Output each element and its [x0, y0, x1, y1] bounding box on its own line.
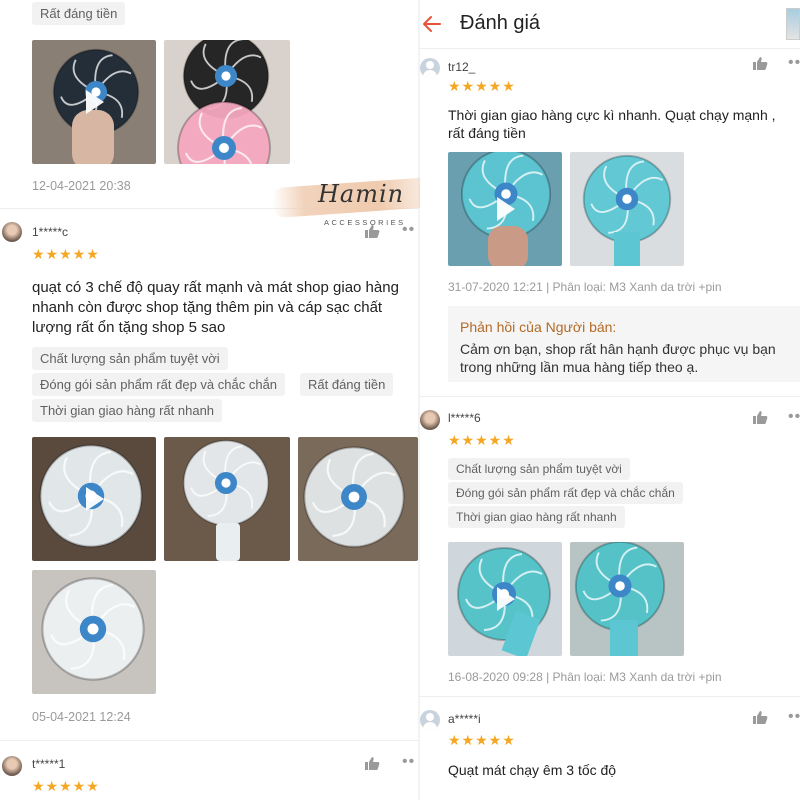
- fan-image: [300, 443, 408, 551]
- page-title: Đánh giá: [460, 12, 541, 34]
- review-tag[interactable]: Chất lượng sản phẩm tuyệt vời: [32, 347, 228, 370]
- review-date: 12-04-2021 20:38: [32, 179, 131, 193]
- review-photo[interactable]: [570, 542, 684, 656]
- rating-stars: ★★★★★: [32, 778, 100, 794]
- user-avatar[interactable]: [420, 710, 440, 730]
- review-tag[interactable]: Rất đáng tiền: [32, 2, 126, 25]
- play-icon: [497, 587, 515, 611]
- more-dots-icon[interactable]: ••: [788, 55, 800, 71]
- review-separator: [420, 396, 800, 397]
- more-dots-icon[interactable]: ••: [402, 754, 415, 770]
- review-video-thumbnail[interactable]: [32, 40, 156, 164]
- thumbs-up-icon[interactable]: [752, 56, 768, 70]
- product-thumbnail[interactable]: [786, 8, 800, 40]
- review-tag[interactable]: Rất đáng tiền: [300, 373, 394, 396]
- reviewer-name: 1*****c: [32, 225, 69, 239]
- review-separator: [0, 740, 418, 741]
- header-separator: [420, 48, 800, 49]
- fan-image: [180, 437, 272, 529]
- play-icon: [86, 90, 104, 114]
- left-review-panel: Rất đáng tiền 12-04-2021 20:38 1*****c •…: [0, 0, 418, 800]
- review-photo[interactable]: [164, 40, 290, 164]
- arrow-left-icon[interactable]: [420, 12, 444, 36]
- review-photo[interactable]: [570, 152, 684, 266]
- more-dots-icon[interactable]: ••: [788, 409, 800, 425]
- seller-reply: Phản hồi của Người bán: Cảm ơn bạn, shop…: [448, 306, 800, 382]
- review-video-thumbnail[interactable]: [32, 437, 156, 561]
- review-photo[interactable]: [298, 437, 418, 561]
- reviewer-name: tr12_: [448, 60, 476, 74]
- right-review-panel: Đánh giá tr12_ •• ★★★★★ Thời gian giao h…: [420, 0, 800, 800]
- review-video-thumbnail[interactable]: [448, 152, 562, 266]
- thumbs-up-icon[interactable]: [752, 410, 768, 424]
- review-meta: 31-07-2020 12:21 | Phân loại: M3 Xanh da…: [448, 280, 722, 294]
- review-comment: Thời gian giao hàng cực kì nhanh. Quạt c…: [448, 107, 776, 141]
- user-avatar[interactable]: [2, 756, 22, 776]
- fan-image: [174, 98, 274, 164]
- review-meta: 16-08-2020 09:28 | Phân loại: M3 Xanh da…: [448, 670, 722, 684]
- thumbs-up-icon[interactable]: [364, 756, 380, 770]
- play-icon: [497, 197, 515, 221]
- review-comment: Quạt mát chạy êm 3 tốc độ: [448, 762, 617, 778]
- brand-subtitle: ACCESSORIES: [324, 218, 406, 227]
- seller-reply-body: Cảm ơn bạn, shop rất hân hạnh được phục …: [460, 341, 776, 375]
- reviewer-name: a*****i: [448, 712, 481, 726]
- review-separator: [420, 696, 800, 697]
- review-photo[interactable]: [32, 570, 156, 694]
- review-tag[interactable]: Đóng gói sản phẩm rất đẹp và chắc chắn: [32, 373, 286, 396]
- user-avatar[interactable]: [420, 410, 440, 430]
- user-avatar[interactable]: [2, 222, 22, 242]
- seller-reply-title: Phản hồi của Người bán:: [460, 319, 617, 335]
- reviewer-name: l*****6: [448, 411, 481, 425]
- review-tag[interactable]: Thời gian giao hàng rất nhanh: [32, 399, 223, 422]
- rating-stars: ★★★★★: [448, 732, 516, 748]
- brand-name: Hamin: [318, 180, 405, 208]
- play-icon: [86, 487, 104, 511]
- review-comment: quạt có 3 chế độ quay rất mạnh và mát sh…: [32, 279, 399, 336]
- thumbs-up-icon[interactable]: [752, 710, 768, 724]
- rating-stars: ★★★★★: [448, 432, 516, 448]
- review-video-thumbnail[interactable]: [448, 542, 562, 656]
- review-tag[interactable]: Đóng gói sản phẩm rất đẹp và chắc chắn: [448, 482, 683, 504]
- fan-image: [38, 574, 148, 684]
- review-date: 05-04-2021 12:24: [32, 710, 131, 724]
- rating-stars: ★★★★★: [448, 78, 516, 94]
- review-photo[interactable]: [164, 437, 290, 561]
- review-tag[interactable]: Thời gian giao hàng rất nhanh: [448, 506, 625, 528]
- rating-stars: ★★★★★: [32, 246, 100, 262]
- more-dots-icon[interactable]: ••: [788, 709, 800, 725]
- reviewer-name: t*****1: [32, 757, 66, 771]
- review-tag[interactable]: Chất lượng sản phẩm tuyệt vời: [448, 458, 630, 480]
- user-avatar[interactable]: [420, 58, 440, 78]
